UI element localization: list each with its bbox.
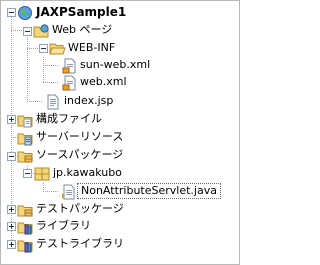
config-files-label: 構成ファイル: [36, 112, 102, 125]
collapse-toggle[interactable]: [23, 27, 32, 36]
expand-toggle[interactable]: [7, 205, 16, 214]
tree-node-web-xml[interactable]: web.xml: [1, 74, 239, 92]
tree-node-test-libraries[interactable]: テストライブラリ: [1, 236, 239, 254]
source-packages-folder-icon: [17, 148, 34, 164]
server-resources-folder-icon: [17, 130, 34, 146]
xml-file-icon: [62, 75, 79, 91]
tree-node-web-pages[interactable]: Web ページ: [1, 22, 239, 40]
tree-node-config-files[interactable]: 構成ファイル: [1, 111, 239, 129]
java-file-icon: [61, 184, 78, 200]
project-label: JAXPSample1: [36, 5, 127, 19]
tree-node-source-packages[interactable]: ソースパッケージ: [1, 147, 239, 165]
test-library-icon: [17, 237, 34, 253]
collapse-toggle[interactable]: [7, 8, 16, 17]
libraries-label: ライブラリ: [36, 219, 91, 232]
test-libraries-label: テストライブラリ: [36, 237, 124, 250]
source-packages-label: ソースパッケージ: [36, 148, 124, 161]
collapse-toggle[interactable]: [39, 44, 48, 53]
tree-node-package[interactable]: jp.kawakubo: [1, 165, 239, 183]
sun-web-xml-label: sun-web.xml: [80, 58, 151, 71]
servlet-java-label: NonAttributeServlet.java: [77, 183, 221, 199]
web-pages-label: Web ページ: [52, 23, 113, 36]
tree-node-sun-web-xml[interactable]: sun-web.xml: [1, 57, 239, 75]
jsp-file-icon: [45, 94, 62, 110]
tree-node-servlet-java[interactable]: NonAttributeServlet.java: [1, 183, 239, 201]
config-folder-icon: [17, 112, 34, 128]
test-packages-label: テストパッケージ: [36, 202, 124, 215]
tree-node-libraries[interactable]: ライブラリ: [1, 218, 239, 236]
expand-toggle[interactable]: [7, 240, 16, 249]
xml-file-icon: [62, 58, 79, 74]
project-tree[interactable]: JAXPSample1 Web ページ WEB-INF sun-web.xml …: [1, 1, 239, 264]
tree-node-index-jsp[interactable]: index.jsp: [1, 93, 239, 111]
library-icon: [17, 219, 34, 235]
tree-node-web-inf[interactable]: WEB-INF: [1, 40, 239, 58]
expand-toggle[interactable]: [7, 115, 16, 124]
test-packages-folder-icon: [17, 202, 34, 218]
tree-node-server-resources[interactable]: サーバーリソース: [1, 129, 239, 147]
collapse-toggle[interactable]: [23, 169, 32, 178]
tree-node-project[interactable]: JAXPSample1: [1, 4, 239, 22]
expand-toggle[interactable]: [7, 222, 16, 231]
collapse-toggle[interactable]: [7, 152, 16, 161]
web-xml-label: web.xml: [80, 75, 127, 88]
folder-open-icon: [49, 41, 66, 57]
web-project-globe-icon: [17, 5, 34, 21]
package-icon: [34, 166, 51, 182]
projects-panel: JAXPSample1 Web ページ WEB-INF sun-web.xml …: [0, 0, 240, 265]
web-pages-folder-icon: [33, 23, 50, 39]
index-jsp-label: index.jsp: [64, 94, 114, 107]
tree-node-test-packages[interactable]: テストパッケージ: [1, 201, 239, 219]
package-label: jp.kawakubo: [53, 166, 122, 179]
server-resources-label: サーバーリソース: [36, 130, 124, 143]
web-inf-label: WEB-INF: [68, 41, 116, 54]
